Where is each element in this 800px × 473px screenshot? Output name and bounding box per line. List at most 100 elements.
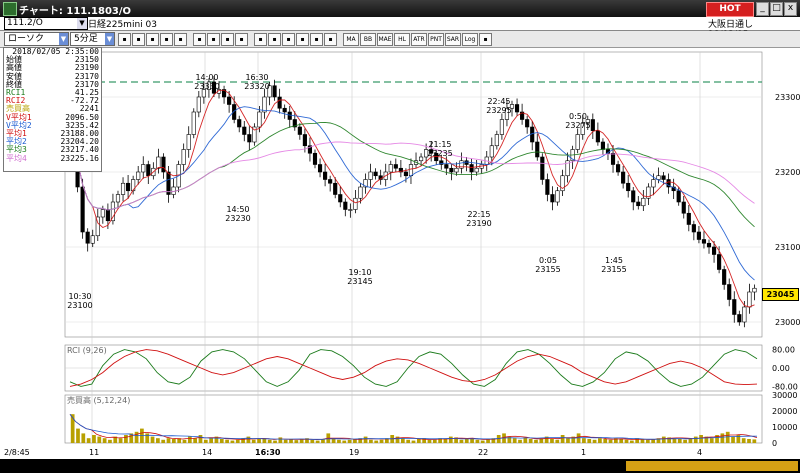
zoom-in-icon[interactable]: ▪	[146, 33, 159, 46]
candle-body	[141, 164, 146, 173]
cursor-icon[interactable]: ▪	[221, 33, 234, 46]
annotation-time: 22:45	[487, 97, 510, 106]
close-button[interactable]: x	[784, 2, 797, 16]
volume-bar	[629, 440, 634, 443]
volume-bar	[528, 439, 533, 443]
annotation-price: 23295	[486, 106, 511, 115]
volume-bar	[310, 439, 315, 443]
candle-body	[525, 119, 530, 128]
chart-area[interactable]: 233002320023100230002/8:45 11 14 16:30 19 22 1…	[0, 47, 800, 473]
volume-bar	[76, 428, 80, 443]
volume-bar	[156, 438, 160, 443]
volume-bar	[566, 438, 570, 443]
time-tick-label: 22	[478, 448, 488, 457]
volume-bar	[267, 439, 272, 443]
grid-icon[interactable]: ▪	[174, 33, 187, 46]
star-icon[interactable]: ▪	[296, 33, 309, 46]
tool-ma-button[interactable]: MA	[343, 33, 359, 46]
volume-bar	[624, 439, 629, 443]
volume-bar	[134, 431, 139, 443]
volume-bar	[363, 436, 368, 443]
scrollbar-thumb[interactable]	[626, 461, 798, 471]
volume-bar	[699, 435, 703, 443]
volume-bar	[118, 438, 123, 443]
volume-bar	[187, 436, 192, 443]
select-icon[interactable]: ▪	[235, 33, 248, 46]
hot-button[interactable]: HOT	[706, 2, 754, 17]
candle-body	[752, 287, 757, 293]
candle-body	[747, 291, 752, 308]
time-tick-label: 19	[349, 448, 359, 457]
volume-bar	[443, 439, 448, 443]
chevron-down-icon[interactable]: ▼	[77, 18, 87, 29]
box-icon[interactable]: ▪	[268, 33, 281, 46]
candle-body	[727, 284, 732, 300]
candle-body	[595, 130, 600, 143]
volume-bar	[124, 435, 128, 443]
volume-bar	[427, 439, 432, 443]
tool-bb-button[interactable]: BB	[360, 33, 376, 46]
volume-bar	[747, 439, 751, 443]
tool-pnt-button[interactable]: PNT	[428, 33, 444, 46]
zoom-icon[interactable]: ▪	[118, 33, 131, 46]
info-row: 平均4 23225.16	[4, 154, 101, 163]
info-panel: 2018/02/05 2:35:00 始値 23150 高値 23190 安値 23170…	[3, 47, 102, 172]
candle-body	[186, 134, 191, 150]
volume-bar	[661, 436, 666, 443]
plus-icon[interactable]: ▪	[254, 33, 267, 46]
candle-body	[100, 209, 105, 218]
maximize-button[interactable]: □	[770, 2, 783, 16]
window-title: チャート: 111.1803/O	[19, 6, 132, 17]
volume-bar	[448, 436, 453, 443]
volume-bar	[560, 435, 565, 443]
tool-hl-button[interactable]: HL	[394, 33, 410, 46]
pencil-icon[interactable]: ▪	[207, 33, 220, 46]
tools-icon[interactable]: ▪	[310, 33, 323, 46]
candle-body	[535, 141, 540, 158]
annotation-price: 23145	[347, 277, 372, 286]
candle-body	[661, 175, 666, 180]
volume-bar	[294, 440, 299, 443]
annotation-time: 21:15	[428, 140, 451, 149]
candle-body	[711, 246, 717, 255]
print-icon[interactable]: ▪	[193, 33, 206, 46]
volume-bar	[70, 414, 75, 443]
annotation-time: 16:30	[245, 73, 268, 82]
candle-body	[191, 111, 196, 135]
interval-select[interactable]: 5分足 ▼	[70, 32, 115, 46]
volume-bar	[81, 433, 86, 443]
candle-body	[600, 141, 605, 150]
candle-body	[403, 171, 408, 177]
candle-body	[489, 145, 494, 158]
tool-atr-button[interactable]: ATR	[411, 33, 427, 46]
settings-icon[interactable]: ▪	[282, 33, 295, 46]
candle-body	[257, 111, 262, 128]
minimize-button[interactable]: _	[756, 2, 769, 16]
candle-body	[388, 164, 393, 173]
tool-mae-button[interactable]: MAE	[377, 33, 393, 46]
candle-body	[717, 254, 722, 270]
chart-type-select[interactable]: ローソク ▼	[4, 32, 69, 46]
export-icon[interactable]: ▪	[479, 33, 492, 46]
candle-body	[555, 190, 560, 203]
tool-log-button[interactable]: Log	[462, 33, 478, 46]
volume-bar	[555, 439, 560, 443]
volume-bar	[347, 439, 352, 443]
zoom-out-icon[interactable]: ▪	[160, 33, 173, 46]
volume-bar	[464, 439, 469, 443]
volume-bar	[645, 439, 650, 443]
candle-body	[333, 182, 338, 195]
chevron-down-icon[interactable]: ▼	[59, 33, 68, 45]
candle-body	[499, 119, 504, 135]
tool-sar-button[interactable]: SAR	[445, 33, 461, 46]
candle-body	[247, 134, 252, 143]
candle-body	[449, 167, 454, 173]
annotation-price: 23190	[466, 219, 491, 228]
title-bar: チャート: 111.1803/O HOT _ □ x	[0, 0, 800, 17]
chevron-down-icon[interactable]: ▼	[105, 33, 114, 45]
window-icon[interactable]: ▪	[132, 33, 145, 46]
candle-body	[373, 171, 378, 177]
symbol-select[interactable]: 111.2/O ▼	[4, 17, 88, 30]
trend-icon[interactable]: ▪	[324, 33, 337, 46]
app-icon	[3, 2, 17, 16]
